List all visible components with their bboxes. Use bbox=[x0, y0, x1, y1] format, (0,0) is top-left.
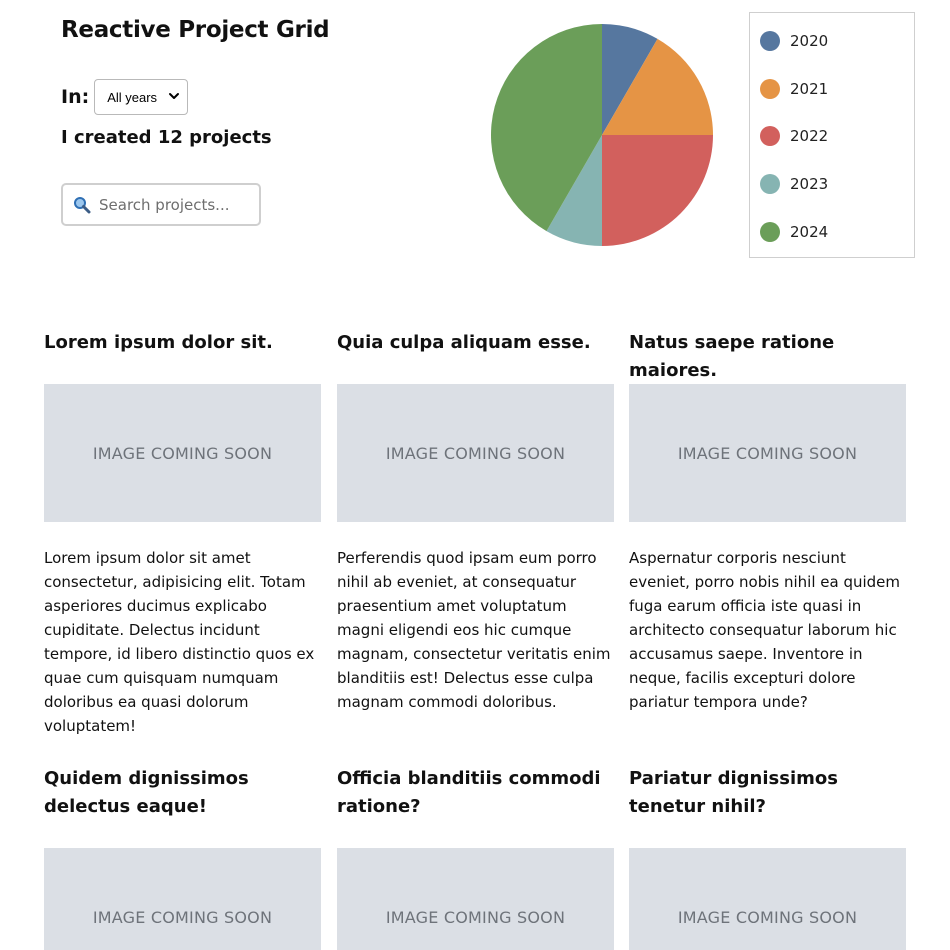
project-description: Aspernatur corporis nesciunt eveniet, po… bbox=[629, 549, 901, 711]
legend-swatch bbox=[760, 78, 780, 99]
legend-swatch bbox=[760, 221, 780, 242]
project-image-placeholder: IMAGE COMING SOON bbox=[337, 384, 614, 522]
legend-label: 2021 bbox=[790, 79, 829, 98]
filter-label: In: bbox=[61, 86, 90, 108]
image-placeholder-text: IMAGE COMING SOON bbox=[92, 907, 273, 927]
chevron-down-icon bbox=[169, 93, 180, 99]
search-icon bbox=[74, 196, 91, 213]
legend-item: 2020 bbox=[760, 30, 828, 52]
legend-label: 2023 bbox=[790, 175, 829, 194]
project-title: Lorem ipsum dolor sit. bbox=[44, 332, 273, 353]
legend-item: 2022 bbox=[760, 125, 828, 147]
project-title: Officia blanditiis commodi ratione? bbox=[337, 768, 601, 817]
legend-item: 2023 bbox=[760, 173, 828, 195]
project-count: I created 12 projects bbox=[61, 127, 272, 148]
project-image-placeholder: IMAGE COMING SOON bbox=[44, 384, 321, 522]
legend-swatch bbox=[760, 31, 780, 51]
project-image-placeholder: IMAGE COMING SOON bbox=[44, 848, 321, 950]
project-description: Lorem ipsum dolor sit amet consectetur, … bbox=[44, 549, 315, 735]
project-title: Quidem dignissimos delectus eaque! bbox=[44, 768, 249, 817]
project-title: Natus saepe ratione maiores. bbox=[629, 332, 835, 381]
project-description: Perferendis quod ipsam eum porro nihil a… bbox=[337, 549, 611, 711]
legend-swatch bbox=[760, 174, 780, 195]
chart-legend: 2020 2021 2022 2023 2024 bbox=[749, 12, 915, 258]
image-placeholder-text: IMAGE COMING SOON bbox=[385, 443, 566, 463]
legend-item: 2024 bbox=[760, 221, 828, 243]
legend-item: 2021 bbox=[760, 78, 828, 100]
legend-label: 2024 bbox=[790, 222, 829, 241]
project-image-placeholder: IMAGE COMING SOON bbox=[629, 848, 906, 950]
search-placeholder: Search projects... bbox=[99, 195, 230, 214]
image-placeholder-text: IMAGE COMING SOON bbox=[677, 443, 858, 463]
legend-label: 2020 bbox=[790, 32, 829, 50]
page-title: Reactive Project Grid bbox=[61, 17, 330, 43]
legend-swatch bbox=[760, 126, 780, 147]
project-title: Quia culpa aliquam esse. bbox=[337, 332, 591, 353]
image-placeholder-text: IMAGE COMING SOON bbox=[385, 907, 566, 927]
header: Reactive Project Grid In: All years I cr… bbox=[0, 0, 950, 290]
search-input[interactable]: Search projects... bbox=[61, 183, 261, 226]
legend-label: 2022 bbox=[790, 127, 829, 146]
project-image-placeholder: IMAGE COMING SOON bbox=[629, 384, 906, 522]
pie-chart bbox=[491, 24, 713, 246]
project-image-placeholder: IMAGE COMING SOON bbox=[337, 848, 614, 950]
project-title: Pariatur dignissimos tenetur nihil? bbox=[629, 768, 838, 817]
image-placeholder-text: IMAGE COMING SOON bbox=[677, 907, 858, 927]
year-select[interactable]: All years bbox=[94, 79, 189, 115]
pie-slice-2022 bbox=[602, 135, 713, 246]
image-placeholder-text: IMAGE COMING SOON bbox=[92, 443, 273, 463]
year-filter: In: All years bbox=[61, 79, 189, 115]
year-select-value: All years bbox=[107, 89, 158, 105]
